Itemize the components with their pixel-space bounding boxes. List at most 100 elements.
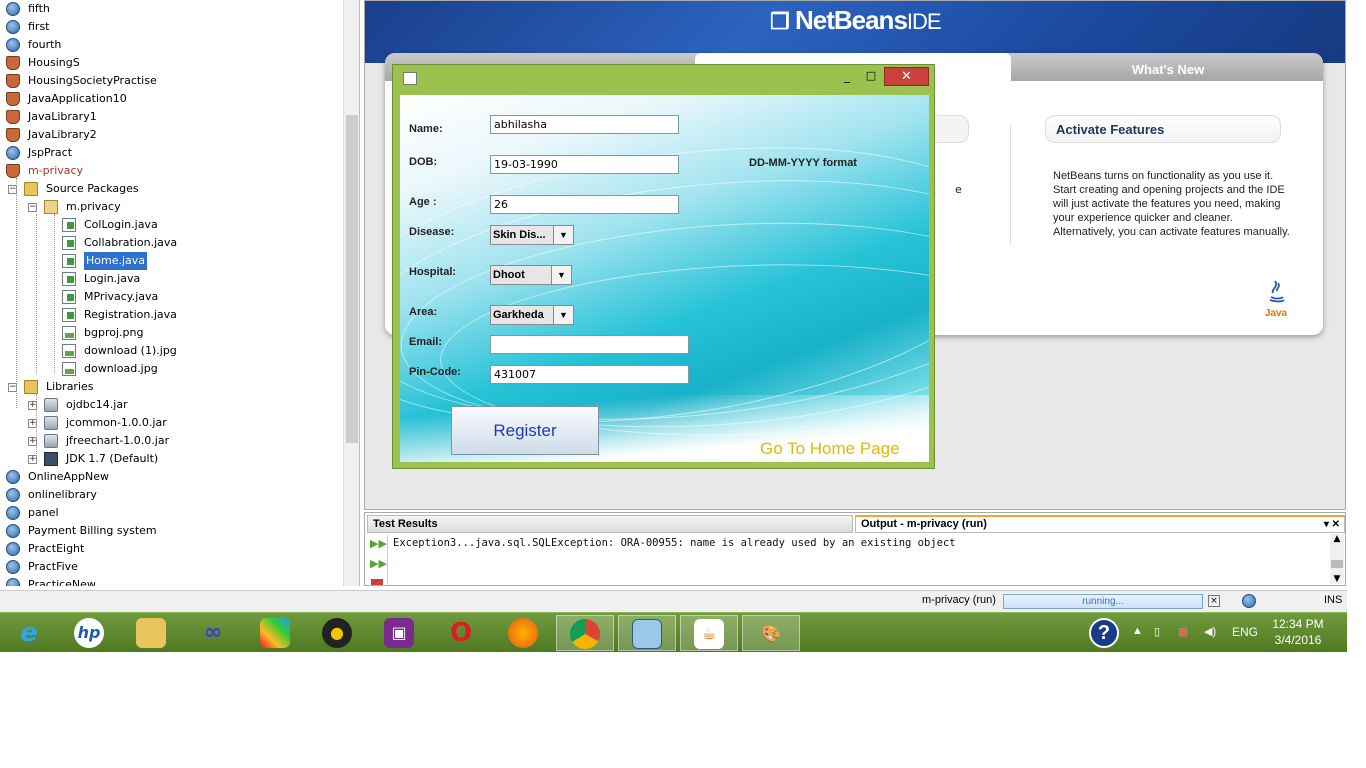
dob-field[interactable]: 19-03-1990	[490, 155, 679, 174]
tree-item[interactable]: − m.privacy	[0, 198, 343, 216]
stop-icon[interactable]	[371, 579, 383, 585]
tree-item[interactable]: m-privacy	[0, 162, 343, 180]
tree-item[interactable]: HousingS	[0, 54, 343, 72]
scroll-thumb[interactable]	[346, 115, 358, 443]
tree-item[interactable]: download (1).jpg	[0, 342, 343, 360]
tree-item[interactable]: fifth	[0, 0, 343, 18]
tree-item[interactable]: PractEight	[0, 540, 343, 558]
java-logo: Java	[1263, 275, 1289, 319]
partial-text: e	[955, 183, 962, 196]
battery-icon[interactable]: ▯	[1154, 625, 1160, 638]
tree-item[interactable]: − Libraries	[0, 378, 343, 396]
tree-item-label: Libraries	[46, 380, 94, 393]
close-icon[interactable]: ▾ ✕	[1324, 518, 1340, 532]
chrome-icon[interactable]	[556, 615, 614, 651]
register-button[interactable]: Register	[451, 406, 599, 455]
internet-explorer-icon[interactable]: e	[0, 615, 58, 651]
tree-item[interactable]: JavaApplication10	[0, 90, 343, 108]
clock[interactable]: 12:34 PM 3/4/2016	[1272, 616, 1324, 648]
area-label: Area:	[409, 306, 438, 318]
tree-item[interactable]: + JDK 1.7 (Default)	[0, 450, 343, 468]
rerun-icon[interactable]: ▶▶	[370, 557, 387, 571]
globe-icon	[6, 38, 20, 52]
infinity-icon[interactable]: ∞	[184, 615, 242, 651]
hospital-dropdown[interactable]: Dhoot ▼	[490, 265, 572, 285]
tree-item[interactable]: bgproj.png	[0, 324, 343, 342]
tree-item[interactable]: JavaLibrary2	[0, 126, 343, 144]
name-field[interactable]: abhilasha	[490, 115, 679, 134]
tree-item-label: m-privacy	[28, 164, 84, 177]
chevron-down-icon[interactable]: ▼	[553, 226, 573, 244]
media-player-icon[interactable]: ●	[308, 615, 366, 651]
java-file-icon	[62, 308, 76, 322]
tree-item[interactable]: JavaLibrary1	[0, 108, 343, 126]
tree-item[interactable]: + ojdbc14.jar	[0, 396, 343, 414]
tree-item[interactable]: − Source Packages	[0, 180, 343, 198]
tree-item[interactable]: OnlineAppNew	[0, 468, 343, 486]
tree-item-label: OnlineAppNew	[28, 470, 109, 483]
tree-item[interactable]: Login.java	[0, 270, 343, 288]
volume-icon[interactable]: ◀)	[1204, 625, 1216, 638]
tree-item[interactable]: Home.java	[0, 252, 343, 270]
tree-item[interactable]: Payment Billing system	[0, 522, 343, 540]
email-field[interactable]	[490, 335, 689, 354]
network-icon[interactable]: ▦	[1178, 625, 1188, 638]
go-to-home-link[interactable]: Go To Home Page	[760, 439, 900, 459]
tree-item[interactable]: + jcommon-1.0.0.jar	[0, 414, 343, 432]
language-indicator[interactable]: ENG	[1232, 625, 1258, 639]
tree-item-label: fifth	[28, 2, 50, 15]
tree-item[interactable]: onlinelibrary	[0, 486, 343, 504]
chevron-up-icon[interactable]: ▲	[1330, 534, 1344, 544]
tab-output[interactable]: Output - m-privacy (run) ▾ ✕	[855, 515, 1345, 533]
cancel-task-icon[interactable]: ×	[1208, 595, 1220, 607]
virtualbox-icon[interactable]	[618, 615, 676, 651]
opera-icon[interactable]: O	[432, 615, 490, 651]
chevron-down-icon[interactable]: ▼	[553, 306, 573, 324]
chevron-down-icon[interactable]: ▼	[1330, 574, 1344, 584]
chevron-down-icon[interactable]: ▼	[551, 266, 571, 284]
tab-whats-new[interactable]: What's New	[1013, 59, 1323, 81]
tree-item-label: JavaLibrary2	[28, 128, 97, 141]
puzzle-icon[interactable]	[246, 615, 304, 651]
minimize-button[interactable]: _	[839, 69, 855, 85]
scroll-thumb[interactable]	[1331, 560, 1343, 568]
paint-icon[interactable]: 🎨	[742, 615, 800, 651]
tree-item[interactable]: first	[0, 18, 343, 36]
tree-item[interactable]: PracticeNew	[0, 576, 343, 586]
tree-item[interactable]: panel	[0, 504, 343, 522]
progress-bar[interactable]: running...	[1003, 594, 1203, 609]
tree-item[interactable]: fourth	[0, 36, 343, 54]
tree-item[interactable]: ColLogin.java	[0, 216, 343, 234]
java-icon[interactable]: ☕	[680, 615, 738, 651]
hp-icon[interactable]: hp	[60, 615, 118, 651]
help-icon[interactable]: ?	[1089, 618, 1119, 648]
tree-item-label: bgproj.png	[84, 326, 144, 339]
tree-item[interactable]: MPrivacy.java	[0, 288, 343, 306]
tree-item-label: HousingS	[28, 56, 80, 69]
area-dropdown[interactable]: Garkheda ▼	[490, 305, 574, 325]
maximize-button[interactable]: □	[863, 69, 879, 85]
rerun-icon[interactable]: ▶▶	[370, 537, 387, 551]
disease-dropdown[interactable]: Skin Dis... ▼	[490, 225, 574, 245]
pincode-field[interactable]: 431007	[490, 365, 689, 384]
window-titlebar[interactable]: _ □ ✕	[393, 65, 934, 91]
collapse-icon[interactable]: −	[28, 203, 37, 212]
tree-item[interactable]: Collabration.java	[0, 234, 343, 252]
close-button[interactable]: ✕	[884, 67, 929, 86]
remote-icon[interactable]: ▣	[370, 615, 428, 651]
output-scrollbar[interactable]: ▲ ▼	[1330, 534, 1344, 584]
notification-globe-icon[interactable]	[1242, 594, 1256, 608]
tab-test-results[interactable]: Test Results	[367, 515, 853, 533]
projects-scrollbar[interactable]	[343, 0, 359, 586]
age-field[interactable]: 26	[490, 195, 679, 214]
tree-item[interactable]: Registration.java	[0, 306, 343, 324]
tree-item[interactable]: JspPract	[0, 144, 343, 162]
show-hidden-icons[interactable]: ▲	[1132, 625, 1143, 637]
tree-item[interactable]: download.jpg	[0, 360, 343, 378]
globe-icon	[6, 560, 20, 574]
file-explorer-icon[interactable]	[122, 615, 180, 651]
firefox-icon[interactable]	[494, 615, 552, 651]
tree-item[interactable]: HousingSocietyPractise	[0, 72, 343, 90]
tree-item[interactable]: PractFive	[0, 558, 343, 576]
tree-item[interactable]: + jfreechart-1.0.0.jar	[0, 432, 343, 450]
